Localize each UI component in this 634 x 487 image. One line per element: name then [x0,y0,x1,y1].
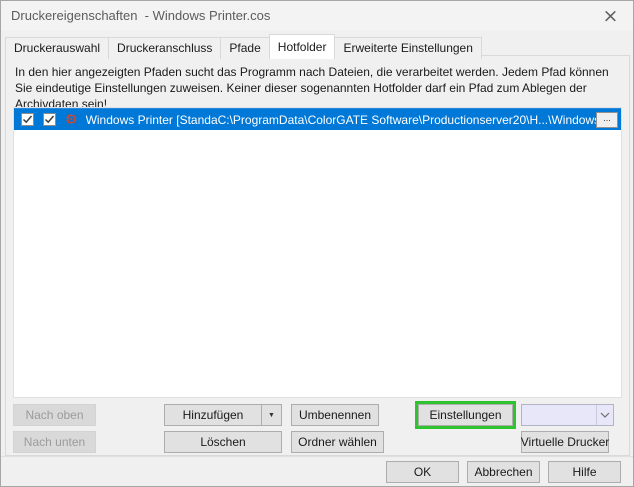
settings-button[interactable]: Einstellungen [418,404,513,426]
profile-dropdown[interactable] [521,404,614,426]
checkmark-icon [22,114,33,125]
chevron-down-icon [596,405,613,425]
delete-button[interactable]: Löschen [164,431,282,453]
hotfolder-active-checkbox[interactable] [21,113,34,126]
cancel-button[interactable]: Abbrechen [467,461,540,483]
hotfolder-row-selected[interactable]: ⚙ Windows Printer [Standard] C:\ProgramD… [14,108,621,130]
printer-properties-dialog: Druckereigenschaften - Windows Printer.c… [0,0,634,487]
add-dropdown-button[interactable]: ▼ [261,404,282,426]
profile-dropdown-value [522,405,596,425]
close-button[interactable]: × [588,1,633,31]
move-up-button[interactable]: Nach oben [13,404,96,426]
tab-hotfolder[interactable]: Hotfolder [269,34,336,59]
tab-pfade[interactable]: Pfade [220,37,269,59]
checkmark-icon [44,114,55,125]
gear-icon: ⚙ [65,113,78,127]
add-button[interactable]: Hinzufügen [164,404,262,426]
move-down-button[interactable]: Nach unten [13,431,96,453]
browse-path-button[interactable]: ... [596,112,618,128]
rename-button[interactable]: Umbenennen [291,404,379,426]
help-button[interactable]: Hilfe [548,461,621,483]
virtual-printers-button[interactable]: Virtuelle Drucker [521,431,609,453]
tab-druckeranschluss[interactable]: Druckeranschluss [108,37,221,59]
hotfolder-list[interactable]: ⚙ Windows Printer [Standard] C:\ProgramD… [13,107,622,398]
close-icon: × [603,5,619,27]
dropdown-arrow-icon: ▼ [268,412,275,419]
choose-folder-button[interactable]: Ordner wählen [291,431,384,453]
hotfolder-description: In den hier angezeigten Pfaden sucht das… [15,64,621,112]
hotfolder-path: C:\ProgramData\ColorGATE Software\Produc… [218,113,596,127]
tab-strip: Druckerauswahl Druckeranschluss Pfade Ho… [5,34,481,59]
window-title: Druckereigenschaften - Windows Printer.c… [11,1,270,31]
hotfolder-autoprint-checkbox[interactable] [43,113,56,126]
ok-button[interactable]: OK [386,461,459,483]
tab-druckerauswahl[interactable]: Druckerauswahl [5,37,109,59]
hotfolder-printer-name: Windows Printer [Standard] [86,113,218,127]
footer-separator [1,456,633,457]
tab-erweiterte-einstellungen[interactable]: Erweiterte Einstellungen [334,37,481,59]
title-bar: Druckereigenschaften - Windows Printer.c… [1,1,633,31]
